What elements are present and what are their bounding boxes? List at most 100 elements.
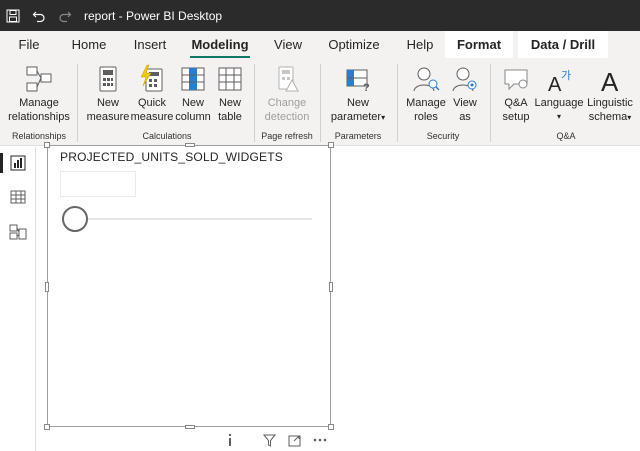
tab-format[interactable]: Format: [445, 31, 513, 58]
new-table-label-1: New: [218, 97, 241, 109]
chevron-down-icon: ▾: [627, 113, 632, 122]
change-detection-label-1: Change: [267, 97, 307, 109]
table-icon: [218, 67, 242, 91]
new-measure-label-1: New: [96, 97, 119, 109]
tab-insert[interactable]: Insert: [128, 31, 172, 58]
save-icon: [6, 9, 20, 22]
manage-roles-icon: [413, 67, 440, 92]
focus-mode-icon[interactable]: [288, 431, 301, 449]
tab-data-drill[interactable]: Data / Drill: [518, 31, 608, 58]
new-measure-button[interactable]: New measure: [86, 64, 130, 124]
slider-thumb[interactable]: [62, 206, 88, 232]
manage-relationships-button[interactable]: Manage relationships: [6, 64, 72, 124]
more-options-icon[interactable]: [313, 431, 327, 449]
qa-setup-icon: [504, 69, 528, 91]
ribbon: Manage relationships Relationships New m…: [0, 58, 640, 146]
qa-setup-label-1: Q&A: [504, 97, 528, 109]
manage-roles-label-1: Manage: [406, 97, 446, 109]
qa-setup-button[interactable]: Q&A setup: [496, 64, 536, 124]
new-parameter-label-2: parameter: [330, 111, 382, 123]
report-view-icon[interactable]: [9, 154, 27, 172]
group-relationships: Relationships: [11, 131, 67, 141]
linguistic-schema-label-2: schema: [588, 111, 628, 123]
slicer-value-input[interactable]: [60, 171, 136, 197]
quick-measure-button[interactable]: Quick measure: [130, 64, 174, 124]
quick-measure-icon: [140, 64, 163, 92]
tab-help[interactable]: Help: [402, 31, 438, 58]
group-page-refresh: Page refresh: [261, 131, 313, 141]
ribbon-tabs: File Home Insert Modeling View Optimize …: [0, 31, 640, 58]
table-view-icon[interactable]: [9, 188, 27, 206]
ribbon-separator: [490, 64, 491, 142]
resize-handle[interactable]: [329, 282, 333, 292]
resize-handle[interactable]: [45, 282, 49, 292]
new-column-label-1: New: [181, 97, 204, 109]
new-column-button[interactable]: New column: [174, 64, 212, 124]
window-title: report - Power BI Desktop: [84, 8, 223, 23]
linguistic-schema-icon: A: [601, 67, 619, 94]
resize-handle[interactable]: [44, 424, 50, 430]
group-calculations: Calculations: [142, 131, 192, 141]
ribbon-separator: [254, 64, 255, 142]
redo-icon: [59, 11, 72, 22]
language-button[interactable]: A 가 Language ▾: [534, 64, 584, 124]
resize-handle[interactable]: [328, 424, 334, 430]
language-icon: A 가: [548, 69, 571, 94]
slider-track[interactable]: [66, 218, 312, 220]
change-detection-button[interactable]: Change detection: [260, 64, 314, 124]
view-as-icon: [452, 67, 477, 92]
svg-text:?: ?: [363, 82, 370, 94]
tab-modeling[interactable]: Modeling: [190, 31, 250, 58]
report-canvas[interactable]: PROJECTED_UNITS_SOLD_WIDGETS: [37, 142, 640, 451]
manage-relationships-label-1: Manage: [19, 97, 59, 109]
manage-roles-button[interactable]: Manage roles: [404, 64, 448, 124]
column-icon: [181, 67, 205, 91]
new-parameter-label-1: New: [346, 97, 369, 109]
active-view-indicator: [0, 153, 3, 173]
title-bar: report - Power BI Desktop: [0, 0, 640, 31]
tab-file[interactable]: File: [12, 31, 46, 58]
change-detection-label-2: detection: [264, 111, 310, 123]
group-qa: Q&A: [556, 131, 576, 141]
chevron-down-icon: ▾: [381, 113, 386, 122]
manage-relationships-label-2: relationships: [8, 111, 70, 123]
resize-handle[interactable]: [185, 143, 195, 147]
new-column-label-2: column: [175, 111, 211, 123]
qa-setup-label-2: setup: [502, 111, 530, 123]
svg-text:A: A: [601, 67, 619, 94]
new-table-button[interactable]: New table: [212, 64, 248, 124]
info-icon[interactable]: [227, 431, 233, 449]
group-parameters: Parameters: [334, 131, 382, 141]
new-parameter-button[interactable]: ? New parameter▾: [326, 64, 390, 125]
save-button[interactable]: [0, 0, 26, 31]
manage-roles-label-2: roles: [414, 111, 438, 123]
language-label: Language: [534, 97, 584, 109]
tab-home[interactable]: Home: [66, 31, 112, 58]
linguistic-schema-button[interactable]: A Linguistic schema▾: [584, 64, 636, 125]
new-measure-label-2: measure: [86, 111, 130, 123]
svg-text:A: A: [548, 74, 562, 94]
view-as-label-2: as: [459, 111, 471, 123]
resize-handle[interactable]: [328, 142, 334, 148]
filter-icon[interactable]: [263, 431, 276, 449]
ribbon-separator: [320, 64, 321, 142]
resize-handle[interactable]: [185, 425, 195, 429]
linguistic-schema-label-1: Linguistic: [587, 97, 633, 109]
model-view-icon[interactable]: [9, 223, 27, 241]
redo-button[interactable]: [52, 0, 78, 31]
parameter-icon: ?: [346, 69, 370, 94]
ribbon-separator: [397, 64, 398, 142]
visual-title: PROJECTED_UNITS_SOLD_WIDGETS: [60, 150, 283, 164]
resize-handle[interactable]: [44, 142, 50, 148]
svg-text:가: 가: [561, 69, 571, 82]
view-switcher: [0, 147, 36, 451]
view-as-button[interactable]: View as: [448, 64, 482, 124]
group-security: Security: [426, 131, 460, 141]
tab-optimize[interactable]: Optimize: [324, 31, 384, 58]
new-table-label-2: table: [218, 111, 242, 123]
slicer-visual[interactable]: PROJECTED_UNITS_SOLD_WIDGETS: [44, 142, 334, 430]
undo-icon: [32, 11, 45, 22]
tab-view[interactable]: View: [270, 31, 306, 58]
undo-button[interactable]: [26, 0, 52, 31]
quick-measure-label-1: Quick: [137, 97, 167, 109]
